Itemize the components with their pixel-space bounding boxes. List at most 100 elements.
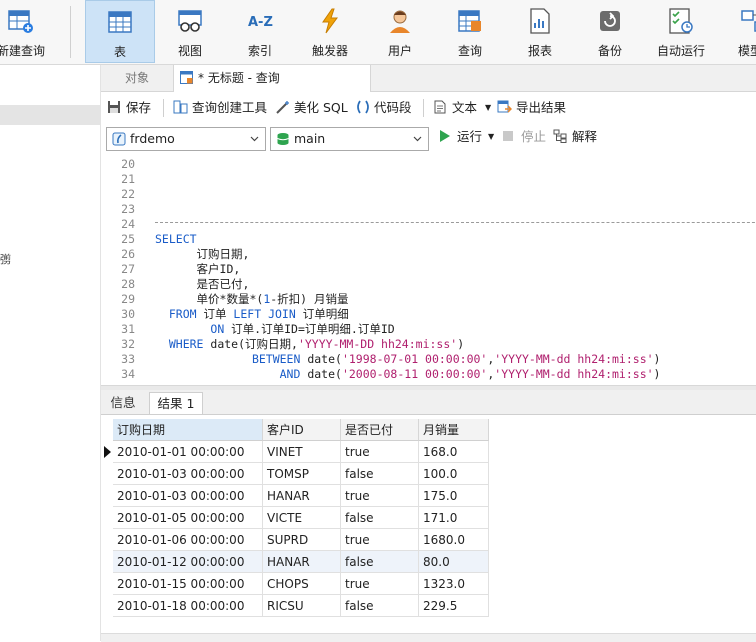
table-cell[interactable]: true <box>341 573 419 595</box>
ribbon-user-button[interactable]: 用户 <box>368 0 432 63</box>
editor-line[interactable]: 26 订购日期, <box>101 247 756 262</box>
table-cell[interactable]: 229.5 <box>419 595 489 617</box>
editor-line[interactable]: 29 单价*数量*(1-折扣) 月销量 <box>101 292 756 307</box>
table-cell[interactable]: 2010-01-03 00:00:00 <box>113 485 263 507</box>
ribbon-trigger-button[interactable]: 触发器 <box>298 0 362 63</box>
table-cell[interactable]: 1323.0 <box>419 573 489 595</box>
line-number: 23 <box>121 202 135 216</box>
editor-line[interactable]: 33 BETWEEN date('1998-07-01 00:00:00','Y… <box>101 352 756 367</box>
tab-objects[interactable]: 对象 <box>101 65 173 91</box>
ribbon-automation-button[interactable]: 自动运行 <box>646 0 716 63</box>
explain-label: 解释 <box>572 129 598 144</box>
code-snippet-button[interactable]: 代码段 <box>355 98 417 118</box>
table-cell[interactable]: RICSU <box>263 595 341 617</box>
table-cell[interactable]: HANAR <box>263 485 341 507</box>
table-cell[interactable]: 2010-01-05 00:00:00 <box>113 507 263 529</box>
explain-icon <box>553 129 567 143</box>
ribbon-backup-button[interactable]: 备份 <box>578 0 642 63</box>
table-cell[interactable]: 171.0 <box>419 507 489 529</box>
editor-line[interactable]: 21 <box>101 172 756 187</box>
line-number: 33 <box>121 352 135 366</box>
chevron-down-icon <box>250 136 259 142</box>
table-cell[interactable]: 175.0 <box>419 485 489 507</box>
column-header[interactable]: 是否已付 <box>341 419 419 441</box>
line-number: 20 <box>121 157 135 171</box>
ribbon-report-button[interactable]: 报表 <box>508 0 572 63</box>
connection-row: frdemo main 运行 ▼ 停止 解释 <box>101 125 756 153</box>
table-cell[interactable]: 2010-01-03 00:00:00 <box>113 463 263 485</box>
explain-button[interactable]: 解释 <box>553 127 605 147</box>
table-cell[interactable]: VINET <box>263 441 341 463</box>
column-header[interactable]: 订购日期 <box>113 419 263 441</box>
table-cell[interactable]: VICTE <box>263 507 341 529</box>
editor-line[interactable]: 30 FROM 订单 LEFT JOIN 订单明细 <box>101 307 756 322</box>
editor-line[interactable]: 22 <box>101 187 756 202</box>
stop-button[interactable]: 停止 <box>502 127 552 147</box>
tab-result-1[interactable]: 结果 1 <box>149 392 203 414</box>
run-button[interactable]: 运行 ▼ <box>438 127 498 147</box>
table-cell[interactable]: SUPRD <box>263 529 341 551</box>
database-select[interactable]: frdemo <box>106 127 266 151</box>
ribbon-view-button[interactable]: 视图 <box>158 0 222 63</box>
editor-line[interactable]: 20 <box>101 157 756 172</box>
table-cell[interactable]: false <box>341 595 419 617</box>
table-cell[interactable]: 2010-01-06 00:00:00 <box>113 529 263 551</box>
snippet-icon <box>357 100 369 114</box>
schema-value: main <box>294 131 326 146</box>
schema-select[interactable]: main <box>270 127 429 151</box>
tab-query[interactable]: * 无标题 - 查询 <box>173 65 371 92</box>
table-cell[interactable]: 2010-01-15 00:00:00 <box>113 573 263 595</box>
table-cell[interactable]: true <box>341 529 419 551</box>
table-cell[interactable]: false <box>341 507 419 529</box>
table-cell[interactable]: 168.0 <box>419 441 489 463</box>
query-builder-button[interactable]: 查询创建工具 <box>173 98 269 118</box>
table-cell[interactable]: TOMSP <box>263 463 341 485</box>
navigator-item-fragment: 彅 <box>0 253 11 266</box>
line-code: WHERE date(订购日期,'YYYY-MM-DD hh24:mi:ss') <box>168 337 465 351</box>
editor-line[interactable]: 25 SELECT <box>101 232 756 247</box>
tab-info[interactable]: 信息 <box>101 392 145 414</box>
table-cell[interactable]: HANAR <box>263 551 341 573</box>
column-header[interactable]: 月销量 <box>419 419 489 441</box>
table-cell[interactable]: true <box>341 485 419 507</box>
table-cell[interactable]: false <box>341 463 419 485</box>
editor-line[interactable]: 27 客户ID, <box>101 262 756 277</box>
table-cell[interactable]: 2010-01-18 00:00:00 <box>113 595 263 617</box>
line-code: 是否已付, <box>155 277 250 291</box>
table-cell[interactable]: CHOPS <box>263 573 341 595</box>
table-cell[interactable]: true <box>341 441 419 463</box>
editor-line[interactable]: 24 <box>101 217 756 232</box>
play-icon <box>440 130 450 142</box>
editor-line[interactable]: 23 <box>101 202 756 217</box>
save-icon <box>108 101 120 113</box>
table-cell[interactable]: 1680.0 <box>419 529 489 551</box>
ribbon-label: 模型 <box>738 44 756 58</box>
table-cell[interactable]: 2010-01-01 00:00:00 <box>113 441 263 463</box>
line-number: 29 <box>121 292 135 306</box>
table-cell[interactable]: 2010-01-12 00:00:00 <box>113 551 263 573</box>
export-results-button[interactable]: 导出结果 <box>497 98 577 118</box>
beautify-sql-button[interactable]: 美化 SQL <box>275 98 351 118</box>
table-cell[interactable]: false <box>341 551 419 573</box>
editor-line[interactable]: 31 ON 订单.订单ID=订单明细.订单ID <box>101 322 756 337</box>
sql-editor[interactable]: 20 21 22 23 24 25 SELECT 26 订购日期, 27 客户ID, 28 是否已… <box>101 156 756 385</box>
navigator-selected-row[interactable] <box>0 105 100 125</box>
ribbon-model-button[interactable]: 模型 <box>722 0 756 63</box>
editor-line[interactable]: 34 AND date('2000-08-11 00:00:00','YYYY-… <box>101 367 756 382</box>
ribbon-query-button[interactable]: 查询 <box>438 0 502 63</box>
table-cell[interactable]: 100.0 <box>419 463 489 485</box>
ribbon-index-button[interactable]: A-Z 索引 <box>228 0 292 63</box>
text-mode-dropdown[interactable]: 文本 ▼ <box>433 98 495 118</box>
table-cell[interactable]: 80.0 <box>419 551 489 573</box>
line-number: 28 <box>121 277 135 291</box>
chevron-down-icon: ▼ <box>485 103 492 112</box>
editor-line[interactable]: 32 WHERE date(订购日期,'YYYY-MM-DD hh24:mi:s… <box>101 337 756 352</box>
ribbon-new-query-button[interactable]: 新建查询 <box>0 0 56 63</box>
editor-line[interactable]: 28 是否已付, <box>101 277 756 292</box>
ribbon-label: 索引 <box>247 44 272 58</box>
object-navigator[interactable]: 彅 <box>0 65 101 641</box>
save-button[interactable]: 保存 <box>107 98 157 118</box>
column-header[interactable]: 客户ID <box>263 419 341 441</box>
ribbon-table-button[interactable]: 表 <box>85 0 155 63</box>
export-icon <box>497 100 512 113</box>
